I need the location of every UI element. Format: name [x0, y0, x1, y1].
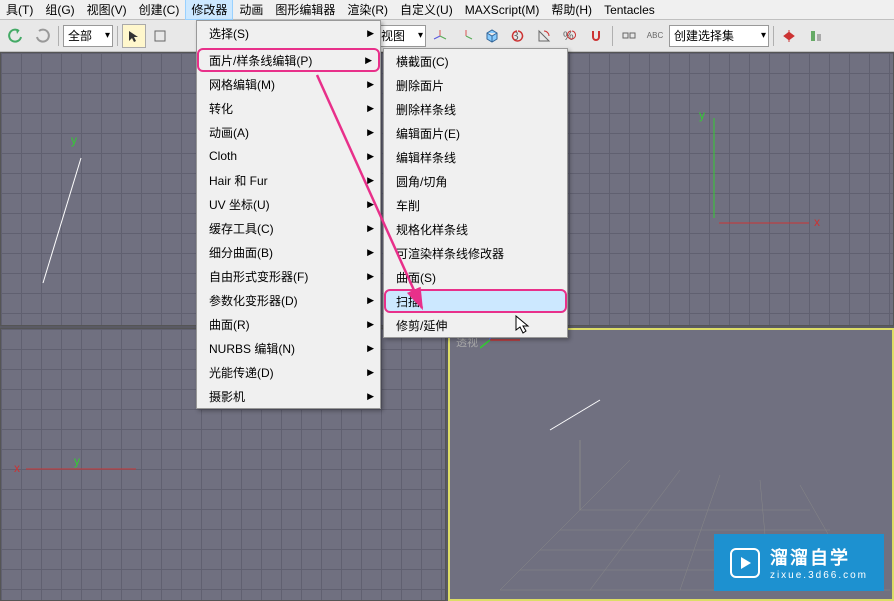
mirror-icon[interactable]: [778, 24, 802, 48]
named-sel-icon[interactable]: [617, 24, 641, 48]
menu-view[interactable]: 视图(V): [81, 0, 133, 20]
chevron-right-icon: ▶: [367, 28, 374, 39]
chevron-right-icon: ▶: [367, 367, 374, 378]
align-icon[interactable]: [804, 24, 828, 48]
chevron-right-icon: ▶: [367, 343, 374, 354]
axis-y-label: y: [74, 454, 80, 468]
chevron-right-icon: ▶: [367, 319, 374, 330]
menu-group[interactable]: 组(G): [39, 0, 80, 20]
chevron-right-icon: ▶: [367, 199, 374, 210]
menu2-item-sweep[interactable]: 扫描: [384, 289, 567, 313]
menu1-item-uv[interactable]: UV 坐标(U)▶: [197, 192, 380, 216]
menu-render[interactable]: 渲染(R): [341, 0, 394, 20]
menu1-item-surface[interactable]: 曲面(R)▶: [197, 312, 380, 336]
menubar: 具(T) 组(G) 视图(V) 创建(C) 修改器 动画 图形编辑器 渲染(R)…: [0, 0, 894, 20]
menu-help[interactable]: 帮助(H): [545, 0, 598, 20]
chevron-right-icon: ▶: [367, 151, 374, 162]
chevron-right-icon: ▶: [367, 175, 374, 186]
menu1-item-radiosity[interactable]: 光能传递(D)▶: [197, 360, 380, 384]
menu2-item-normalize[interactable]: 规格化样条线: [384, 217, 567, 241]
menu1-item-cloth[interactable]: Cloth▶: [197, 144, 380, 168]
menu-maxscript[interactable]: MAXScript(M): [459, 1, 546, 19]
menu1-item-hairfur[interactable]: Hair 和 Fur▶: [197, 168, 380, 192]
axis-icon[interactable]: [428, 24, 452, 48]
menu1-item-camera[interactable]: 摄影机▶: [197, 384, 380, 408]
menu2-item-surface[interactable]: 曲面(S): [384, 265, 567, 289]
menu2-item-delpatch[interactable]: 删除面片: [384, 73, 567, 97]
menu2-item-crosssection[interactable]: 横截面(C): [384, 49, 567, 73]
menu1-item-subdiv[interactable]: 细分曲面(B)▶: [197, 240, 380, 264]
chevron-right-icon: ▶: [367, 103, 374, 114]
menu1-item-mesh[interactable]: 网格编辑(M)▶: [197, 72, 380, 96]
menu2-item-delspline[interactable]: 删除样条线: [384, 97, 567, 121]
separator: [58, 26, 59, 46]
chevron-right-icon: ▶: [365, 55, 372, 66]
chevron-right-icon: ▶: [367, 295, 374, 306]
axis-x-label: x: [814, 215, 820, 229]
menu2-item-editspline[interactable]: 编辑样条线: [384, 145, 567, 169]
axis-y-label: y: [71, 133, 77, 147]
chevron-right-icon: ▶: [367, 271, 374, 282]
axis2-icon[interactable]: [454, 24, 478, 48]
menu1-item-select[interactable]: 选择(S)▶: [197, 21, 380, 45]
menu2-item-renderable[interactable]: 可渲染样条线修改器: [384, 241, 567, 265]
redo-icon[interactable]: [30, 24, 54, 48]
watermark: 溜溜自学 zixue.3d66.com: [714, 534, 884, 591]
menu-tools[interactable]: 具(T): [0, 0, 39, 20]
menu1-item-convert[interactable]: 转化▶: [197, 96, 380, 120]
chevron-right-icon: ▶: [367, 223, 374, 234]
spline-submenu: 横截面(C) 删除面片 删除样条线 编辑面片(E) 编辑样条线 圆角/切角 车削…: [383, 48, 568, 338]
menu2-item-editpatch[interactable]: 编辑面片(E): [384, 121, 567, 145]
chevron-right-icon: ▶: [367, 247, 374, 258]
menu1-item-cache[interactable]: 缓存工具(C)▶: [197, 216, 380, 240]
chevron-right-icon: ▶: [367, 127, 374, 138]
menu-grapheditor[interactable]: 图形编辑器: [269, 0, 341, 20]
view-dropdown[interactable]: 视图: [376, 25, 426, 47]
menu1-item-nurbs[interactable]: NURBS 编辑(N)▶: [197, 336, 380, 360]
chevron-right-icon: ▶: [367, 79, 374, 90]
abc-icon[interactable]: ABC: [643, 24, 667, 48]
snap-icon[interactable]: [584, 24, 608, 48]
menu-animation[interactable]: 动画: [233, 0, 269, 20]
separator: [612, 26, 613, 46]
angle-snap-icon[interactable]: [532, 24, 556, 48]
cube-icon[interactable]: [480, 24, 504, 48]
menu1-item-ffd[interactable]: 自由形式变形器(F)▶: [197, 264, 380, 288]
menu-modifiers[interactable]: 修改器: [185, 0, 233, 20]
separator: [773, 26, 774, 46]
menu1-item-paramdeform[interactable]: 参数化变形器(D)▶: [197, 288, 380, 312]
menu2-item-trim[interactable]: 修剪/延伸: [384, 313, 567, 337]
tool-icon[interactable]: [148, 24, 172, 48]
modifiers-menu: 选择(S)▶ 面片/样条线编辑(P)▶ 网格编辑(M)▶ 转化▶ 动画(A)▶ …: [196, 20, 381, 409]
menu1-item-patchspline[interactable]: 面片/样条线编辑(P)▶: [197, 48, 380, 72]
separator: [117, 26, 118, 46]
chevron-right-icon: ▶: [367, 391, 374, 402]
play-icon: [730, 548, 760, 578]
watermark-title: 溜溜自学: [770, 544, 868, 570]
menu-create[interactable]: 创建(C): [133, 0, 186, 20]
select-arrow-icon[interactable]: [122, 24, 146, 48]
create-selection-set[interactable]: 创建选择集: [669, 25, 769, 47]
menu1-item-animation[interactable]: 动画(A)▶: [197, 120, 380, 144]
percent-snap-icon[interactable]: %: [558, 24, 582, 48]
menu-customize[interactable]: 自定义(U): [394, 0, 459, 20]
filter-dropdown[interactable]: 全部: [63, 25, 113, 47]
undo-icon[interactable]: [4, 24, 28, 48]
axis-x-label: x: [14, 461, 20, 475]
snap3-icon[interactable]: 3: [506, 24, 530, 48]
menu2-item-lathe[interactable]: 车削: [384, 193, 567, 217]
menu-tentacles[interactable]: Tentacles: [598, 1, 661, 19]
watermark-url: zixue.3d66.com: [770, 570, 868, 581]
menu2-item-fillet[interactable]: 圆角/切角: [384, 169, 567, 193]
